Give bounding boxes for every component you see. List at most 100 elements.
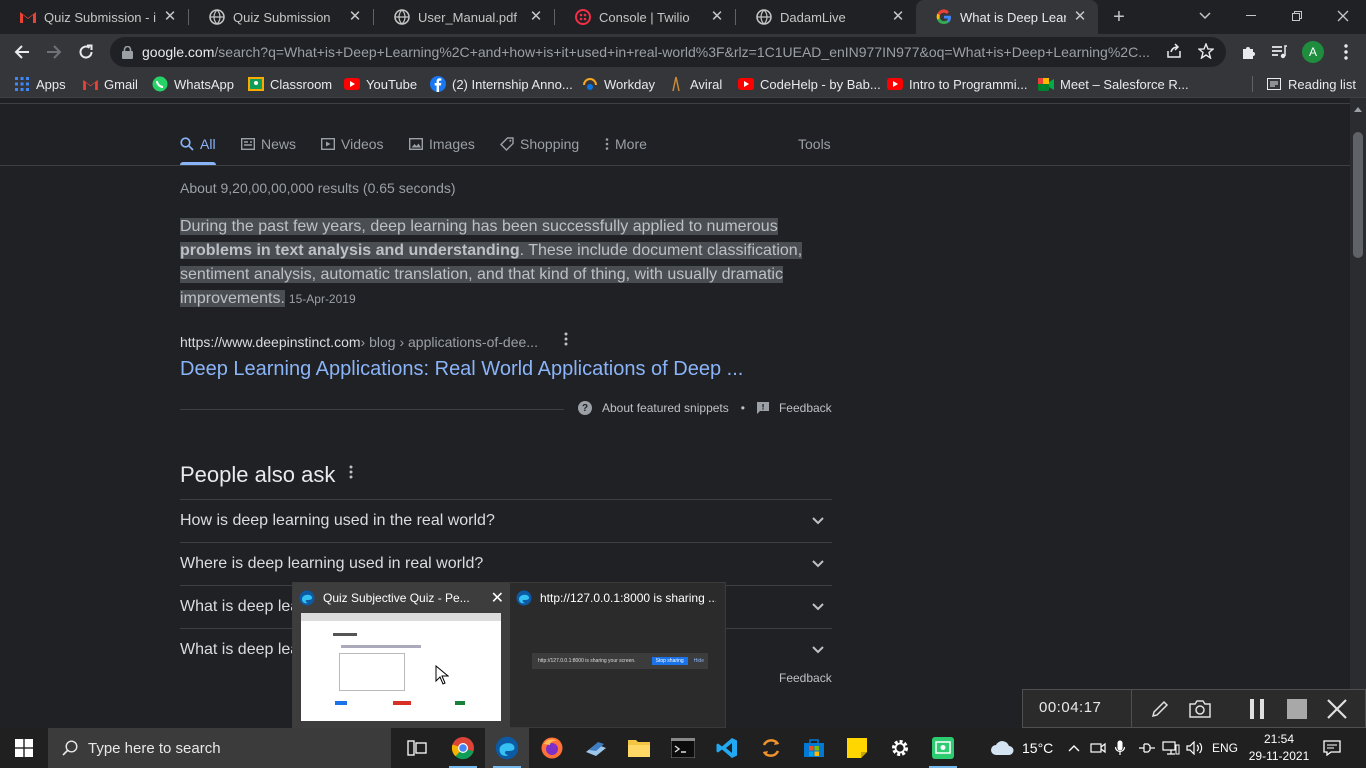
bookmark-label: WhatsApp	[174, 76, 234, 92]
tab-shopping[interactable]: Shopping	[500, 134, 579, 154]
bookmark-meet-salesforce[interactable]: Meet – Salesforce R...	[1038, 75, 1189, 93]
forward-icon[interactable]	[40, 38, 68, 66]
bookmark-workday[interactable]: Workday	[582, 75, 655, 93]
minimize-icon[interactable]	[1228, 0, 1274, 32]
camera-icon[interactable]	[1187, 696, 1213, 722]
tab-title: What is Deep Learning	[960, 9, 1066, 25]
bookmark-codehelp[interactable]: CodeHelp - by Bab...	[738, 75, 881, 93]
power-icon[interactable]	[1138, 728, 1156, 768]
bookmark-apps[interactable]: Apps	[14, 75, 66, 93]
screen-recorder-app-icon[interactable]	[921, 728, 965, 768]
twilio-icon	[575, 9, 591, 25]
tab-user-manual[interactable]: User_Manual.pdf ✕	[374, 0, 554, 34]
network-icon[interactable]	[1162, 728, 1180, 768]
firefox-app-icon[interactable]	[530, 728, 574, 768]
meet-now-icon[interactable]	[1090, 728, 1106, 768]
store-app-icon[interactable]	[792, 728, 836, 768]
volume-icon[interactable]	[1186, 728, 1204, 768]
show-hidden-icons[interactable]	[1068, 728, 1080, 768]
thumbnail-quiz-window[interactable]: Quiz Subjective Quiz - Pe... ✕	[293, 583, 510, 729]
media-control-icon[interactable]	[1265, 38, 1293, 66]
system-clock[interactable]: 21:54 29-11-2021	[1244, 731, 1314, 765]
tab-close-icon[interactable]: ✕	[162, 9, 178, 25]
page-scrollbar[interactable]	[1350, 98, 1366, 728]
tab-close-icon[interactable]: ✕	[709, 9, 725, 25]
tools-button[interactable]: Tools	[798, 134, 831, 154]
tab-quiz-submission-gmail[interactable]: Quiz Submission - iit2 ✕	[0, 0, 188, 34]
about-featured-snippets-link[interactable]: About featured snippets	[602, 401, 729, 415]
restore-icon[interactable]	[1274, 0, 1320, 32]
feedback-link[interactable]: Feedback	[779, 401, 832, 415]
result-cite[interactable]: https://www.deepinstinct.com › blog › ap…	[180, 332, 568, 350]
settings-gear-icon[interactable]	[878, 728, 922, 768]
chrome-app-icon[interactable]	[441, 728, 485, 768]
lock-icon[interactable]	[122, 45, 136, 59]
close-recorder-icon[interactable]	[1324, 696, 1350, 722]
menu-kebab-icon[interactable]	[1332, 38, 1360, 66]
thumbnail-preview	[301, 613, 501, 721]
microphone-icon[interactable]	[1115, 728, 1125, 768]
reload-icon[interactable]	[72, 38, 100, 66]
desktop-app-icon[interactable]	[574, 728, 618, 768]
bookmark-intro-programming[interactable]: Intro to Programmi...	[887, 75, 1027, 93]
bookmark-internship[interactable]: (2) Internship Anno...	[430, 75, 573, 93]
tab-twilio-console[interactable]: Console | Twilio ✕	[555, 0, 735, 34]
tab-search-icon[interactable]	[1182, 0, 1228, 32]
thumbnail-close-icon[interactable]: ✕	[491, 588, 504, 608]
bookmark-star-icon[interactable]	[1197, 42, 1215, 64]
language-indicator[interactable]: ENG	[1212, 728, 1238, 768]
taskbar-search[interactable]: Type here to search	[48, 728, 391, 768]
stop-icon[interactable]	[1284, 696, 1310, 722]
tab-more[interactable]: More	[605, 134, 647, 154]
result-menu-icon[interactable]	[564, 332, 568, 351]
bookmark-classroom[interactable]: Classroom	[248, 75, 332, 93]
pencil-icon[interactable]	[1147, 696, 1173, 722]
paa-question[interactable]: Where is deep learning used in real worl…	[180, 542, 832, 585]
result-title-link[interactable]: Deep Learning Applications: Real World A…	[180, 358, 743, 381]
extensions-icon[interactable]	[1234, 38, 1262, 66]
bookmark-aviral[interactable]: Aviral	[668, 75, 722, 93]
terminal-app-icon[interactable]	[661, 728, 705, 768]
tab-all[interactable]: All	[180, 134, 216, 154]
tab-quiz-submission[interactable]: Quiz Submission ✕	[189, 0, 373, 34]
tab-close-icon[interactable]: ✕	[347, 9, 363, 25]
thumbnail-sharing-window[interactable]: http://127.0.0.1:8000 is sharing ... htt…	[510, 583, 727, 729]
task-view-icon[interactable]	[395, 728, 439, 768]
tab-videos[interactable]: Videos	[321, 134, 384, 154]
tab-dadamlive[interactable]: DadamLive ✕	[736, 0, 916, 34]
tab-images[interactable]: Images	[409, 134, 475, 154]
weather-widget[interactable]: 15°C	[990, 728, 1053, 768]
paa-menu-icon[interactable]	[349, 465, 353, 484]
notifications-icon[interactable]	[1323, 728, 1341, 768]
tab-close-icon[interactable]: ✕	[1072, 9, 1088, 25]
scroll-thumb[interactable]	[1353, 132, 1363, 258]
back-icon[interactable]	[8, 38, 36, 66]
tab-label: More	[615, 136, 647, 152]
pause-icon[interactable]	[1244, 696, 1270, 722]
tab-title: Quiz Submission	[233, 9, 331, 25]
bookmark-youtube[interactable]: YouTube	[344, 75, 417, 93]
bookmark-whatsapp[interactable]: WhatsApp	[152, 75, 234, 93]
share-icon[interactable]	[1166, 43, 1182, 64]
new-tab-icon[interactable]: +	[1105, 3, 1133, 31]
search-icon	[62, 740, 78, 756]
tab-news[interactable]: News	[241, 134, 296, 154]
bookmark-gmail[interactable]: Gmail	[82, 75, 138, 93]
profile-avatar[interactable]: A	[1302, 41, 1324, 63]
tab-close-icon[interactable]: ✕	[528, 9, 544, 25]
paa-feedback-link[interactable]: Feedback	[779, 671, 832, 685]
address-bar[interactable]: google.com/search?q=What+is+Deep+Learnin…	[110, 37, 1226, 67]
start-button[interactable]	[0, 728, 48, 768]
scroll-up-icon[interactable]	[1354, 107, 1362, 112]
edge-app-icon[interactable]	[485, 728, 529, 768]
sync-app-icon[interactable]	[749, 728, 793, 768]
sticky-notes-icon[interactable]	[835, 728, 879, 768]
paa-question[interactable]: How is deep learning used in the real wo…	[180, 499, 832, 542]
reading-list[interactable]: Reading list	[1266, 75, 1356, 93]
close-window-icon[interactable]	[1320, 0, 1366, 32]
vscode-app-icon[interactable]	[705, 728, 749, 768]
url-text[interactable]: google.com/search?q=What+is+Deep+Learnin…	[142, 44, 1152, 60]
file-explorer-icon[interactable]	[617, 728, 661, 768]
tab-deep-learning-search[interactable]: What is Deep Learning ✕	[916, 0, 1098, 34]
tab-close-icon[interactable]: ✕	[890, 9, 906, 25]
